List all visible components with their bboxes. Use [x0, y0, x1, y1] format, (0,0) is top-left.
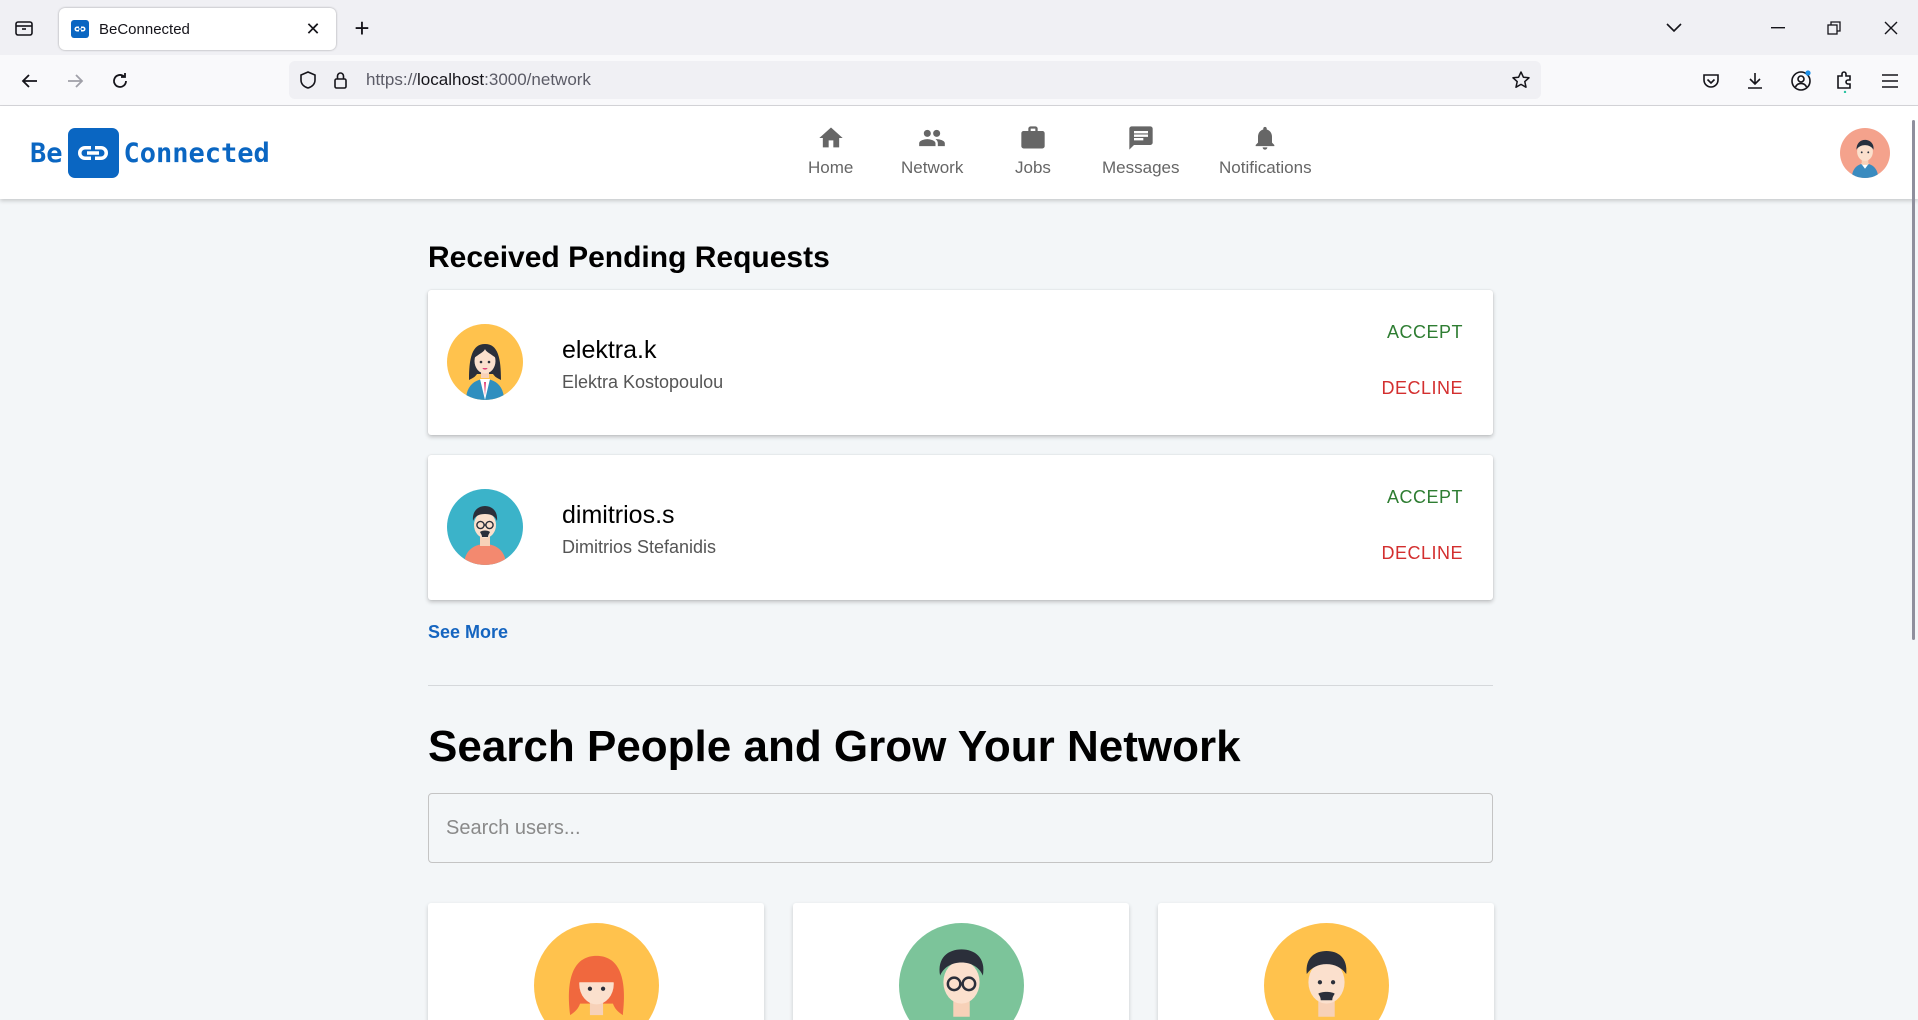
nav-messages[interactable]: Messages	[1102, 124, 1179, 178]
url-text[interactable]: https://localhost:3000/network	[366, 61, 591, 99]
nav-notifications-label: Notifications	[1219, 158, 1312, 177]
nav-network[interactable]: Network	[901, 124, 963, 178]
pending-requests-title: Received Pending Requests	[428, 241, 830, 274]
link-icon	[67, 128, 119, 178]
nav-network-label: Network	[901, 158, 964, 177]
back-icon[interactable]	[14, 65, 46, 97]
restore-icon[interactable]	[1819, 13, 1849, 43]
search-section-title: Search People and Grow Your Network	[428, 722, 1241, 771]
people-icon	[919, 129, 946, 147]
bell-icon	[1255, 126, 1275, 150]
request-card: dimitrios.s Dimitrios Stefanidis ACCEPT …	[428, 455, 1493, 600]
downloads-icon[interactable]	[1739, 65, 1771, 97]
accept-button[interactable]: ACCEPT	[1387, 487, 1463, 508]
nav-jobs[interactable]: Jobs	[1015, 124, 1051, 178]
shield-icon[interactable]	[298, 70, 318, 95]
browser-tab-bar: BeConnected ✕ +	[0, 0, 1918, 55]
url-bar[interactable]: https://localhost:3000/network	[289, 61, 1541, 99]
user-card[interactable]	[793, 903, 1129, 1020]
bookmark-star-icon[interactable]	[1511, 70, 1531, 95]
avatar[interactable]	[447, 489, 523, 565]
avatar[interactable]	[447, 324, 523, 400]
request-username[interactable]: elektra.k	[562, 336, 656, 365]
account-icon[interactable]	[1785, 65, 1817, 97]
extensions-icon[interactable]	[1829, 65, 1861, 97]
lock-icon[interactable]	[331, 70, 351, 95]
see-more-link[interactable]: See More	[428, 622, 508, 643]
tab-close-icon[interactable]: ✕	[302, 18, 324, 40]
request-full-name: Elektra Kostopoulou	[562, 372, 724, 392]
avatar[interactable]	[1264, 923, 1389, 1020]
avatar[interactable]	[899, 923, 1024, 1020]
nav-messages-label: Messages	[1102, 158, 1180, 177]
menu-icon[interactable]	[1874, 65, 1906, 97]
browser-nav-bar: https://localhost:3000/network	[0, 55, 1918, 106]
decline-button[interactable]: DECLINE	[1381, 378, 1463, 399]
profile-avatar[interactable]	[1840, 128, 1890, 178]
home-icon	[819, 127, 843, 148]
avatar[interactable]	[534, 923, 659, 1020]
browser-tab[interactable]: BeConnected ✕	[59, 8, 336, 50]
logo-text-be: Be	[30, 137, 63, 169]
user-card[interactable]	[1158, 903, 1494, 1020]
briefcase-icon	[1021, 126, 1045, 149]
list-all-tabs-icon[interactable]	[1659, 13, 1689, 43]
section-divider	[428, 685, 1493, 686]
request-card: elektra.k Elektra Kostopoulou ACCEPT DEC…	[428, 290, 1493, 435]
request-username[interactable]: dimitrios.s	[562, 501, 675, 530]
nav-home-label: Home	[808, 158, 854, 177]
close-window-icon[interactable]	[1876, 13, 1906, 43]
nav-home[interactable]: Home	[808, 124, 853, 178]
pocket-icon[interactable]	[1695, 65, 1727, 97]
new-tab-icon[interactable]: +	[347, 13, 377, 43]
app-header: Be Connected Home Network Jobs Messages …	[0, 106, 1918, 199]
accept-button[interactable]: ACCEPT	[1387, 322, 1463, 343]
nav-notifications[interactable]: Notifications	[1219, 124, 1312, 178]
reload-icon[interactable]	[104, 65, 136, 97]
search-input[interactable]	[428, 793, 1493, 863]
page-scrollbar[interactable]	[1912, 120, 1915, 640]
user-card[interactable]	[428, 903, 764, 1020]
nav-jobs-label: Jobs	[1015, 158, 1051, 177]
minimize-icon[interactable]	[1763, 13, 1793, 43]
tab-list-icon[interactable]	[10, 14, 38, 42]
logo-text-connected: Connected	[123, 137, 270, 169]
message-icon	[1129, 126, 1153, 150]
forward-icon[interactable]	[59, 65, 91, 97]
logo[interactable]: Be Connected	[30, 128, 270, 178]
favicon-icon	[71, 20, 89, 38]
decline-button[interactable]: DECLINE	[1381, 543, 1463, 564]
request-full-name: Dimitrios Stefanidis	[562, 537, 717, 557]
tab-title: BeConnected	[99, 20, 190, 38]
